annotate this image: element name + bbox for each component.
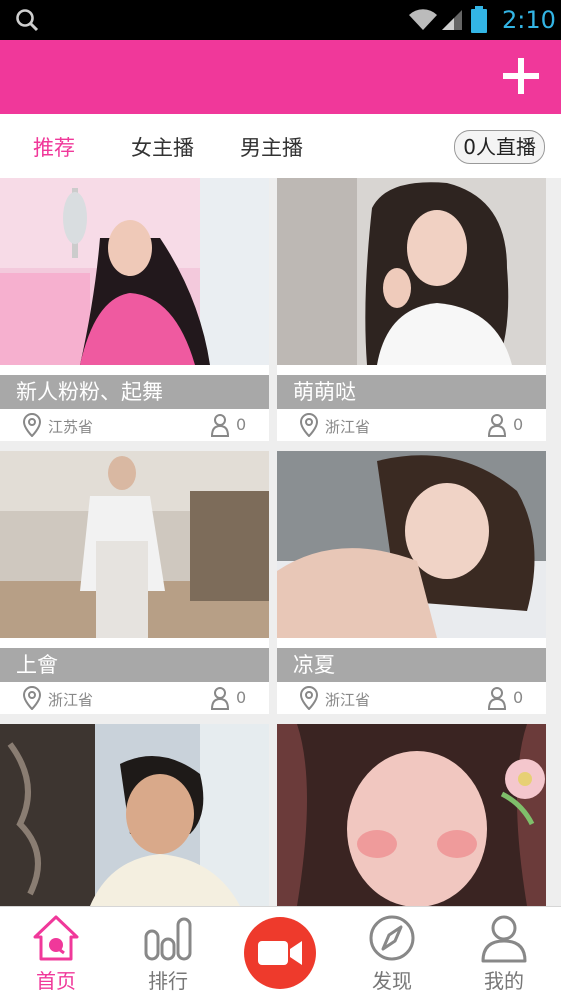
user-icon xyxy=(481,915,527,963)
live-room-card[interactable]: 上會 浙江省 0 xyxy=(0,451,269,714)
room-location: 浙江省 xyxy=(325,418,371,436)
compass-icon xyxy=(369,915,415,961)
room-cover-image xyxy=(0,451,269,638)
live-room-card[interactable]: 凉夏 浙江省 0 xyxy=(277,451,546,714)
room-cover-image xyxy=(277,724,546,906)
nav-ranking[interactable]: 排行 xyxy=(123,907,213,1000)
live-room-card[interactable] xyxy=(0,724,269,906)
room-location: 浙江省 xyxy=(48,691,94,709)
battery-icon xyxy=(471,6,487,33)
viewer-count: 0 xyxy=(236,688,247,707)
status-bar: 2:10 xyxy=(0,0,561,40)
room-meta: 浙江省 0 xyxy=(0,682,269,714)
home-icon xyxy=(33,915,79,961)
live-count-badge[interactable]: 0人直播 xyxy=(454,130,545,164)
room-cover-image xyxy=(0,724,269,906)
location-pin-icon xyxy=(299,413,319,437)
app-bar xyxy=(0,40,561,114)
room-name: 上會 xyxy=(0,648,269,682)
search-icon xyxy=(16,9,39,32)
nav-profile-label: 我的 xyxy=(484,969,524,993)
tab-male-hosts[interactable]: 男主播 xyxy=(240,132,303,162)
bottom-navigation: 首页 排行 发现 我的 xyxy=(0,906,561,1000)
viewer-icon xyxy=(210,687,230,710)
location-pin-icon xyxy=(299,686,319,710)
location-pin-icon xyxy=(22,686,42,710)
room-cover-image xyxy=(277,178,546,365)
room-name: 凉夏 xyxy=(277,648,546,682)
room-cover-image xyxy=(0,178,269,365)
viewer-count: 0 xyxy=(513,415,524,434)
tab-female-hosts[interactable]: 女主播 xyxy=(131,132,194,162)
live-room-card[interactable]: 萌萌哒 浙江省 0 xyxy=(277,178,546,441)
ranking-icon xyxy=(144,917,192,961)
live-room-card[interactable] xyxy=(277,724,546,906)
start-live-button[interactable] xyxy=(244,917,316,989)
signal-icon xyxy=(442,10,462,30)
room-cover-image xyxy=(277,451,546,638)
tab-recommended[interactable]: 推荐 xyxy=(33,132,75,162)
wifi-icon xyxy=(409,9,437,31)
room-meta: 浙江省 0 xyxy=(277,682,546,714)
location-pin-icon xyxy=(22,413,42,437)
plus-icon[interactable] xyxy=(501,56,541,96)
nav-discover[interactable]: 发现 xyxy=(347,907,437,1000)
nav-discover-label: 发现 xyxy=(372,969,412,993)
room-location: 江苏省 xyxy=(48,418,94,436)
room-name: 新人粉粉、起舞 xyxy=(0,375,269,409)
room-location: 浙江省 xyxy=(325,691,371,709)
viewer-icon xyxy=(487,414,507,437)
status-time: 2:10 xyxy=(502,6,556,34)
nav-ranking-label: 排行 xyxy=(148,969,188,993)
viewer-icon xyxy=(210,414,230,437)
live-room-card[interactable]: 新人粉粉、起舞 江苏省 0 xyxy=(0,178,269,441)
room-meta: 江苏省 0 xyxy=(0,409,269,441)
room-name: 萌萌哒 xyxy=(277,375,546,409)
viewer-icon xyxy=(487,687,507,710)
nav-home-label: 首页 xyxy=(36,969,76,993)
category-tabs: 推荐 女主播 男主播 0人直播 xyxy=(0,114,561,178)
viewer-count: 0 xyxy=(236,415,247,434)
viewer-count: 0 xyxy=(513,688,524,707)
room-meta: 浙江省 0 xyxy=(277,409,546,441)
video-camera-icon xyxy=(258,941,302,965)
nav-profile[interactable]: 我的 xyxy=(459,907,549,1000)
nav-home[interactable]: 首页 xyxy=(11,907,101,1000)
live-room-grid: 新人粉粉、起舞 江苏省 0 萌萌哒 浙江省 0 上會 浙江省 0 凉夏 浙江省 … xyxy=(0,178,561,906)
